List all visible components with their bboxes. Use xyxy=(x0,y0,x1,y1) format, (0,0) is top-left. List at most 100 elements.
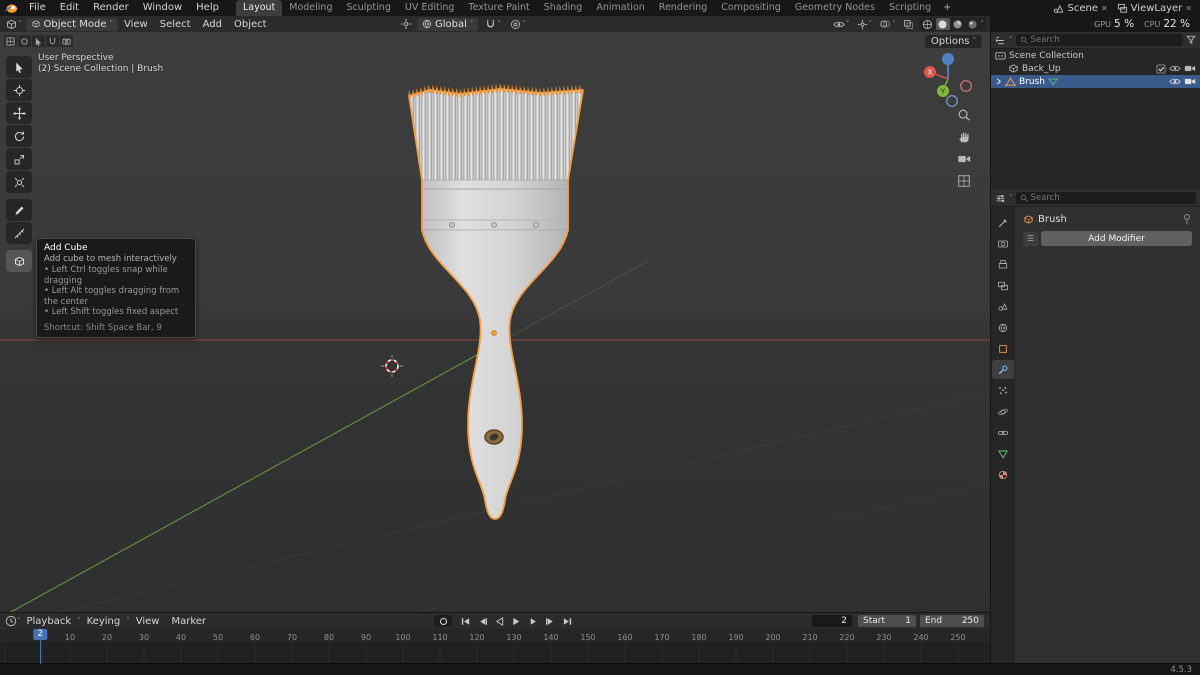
add-workspace-button[interactable]: + xyxy=(938,0,956,16)
mini-grid-toggle-icon[interactable] xyxy=(4,35,17,47)
workspace-tab-geometry-nodes[interactable]: Geometry Nodes xyxy=(788,0,882,16)
gizmos-toggle[interactable]: ˅ xyxy=(855,18,875,31)
workspace-tab-compositing[interactable]: Compositing xyxy=(714,0,788,16)
workspace-tab-modeling[interactable]: Modeling xyxy=(282,0,339,16)
menu-file[interactable]: File xyxy=(22,0,53,16)
orientation-dropdown[interactable]: Global ˅ xyxy=(417,17,479,31)
disable-render-camera-icon[interactable] xyxy=(1184,64,1196,73)
menu-help[interactable]: Help xyxy=(189,0,226,16)
brush-object[interactable] xyxy=(408,83,584,520)
pan-hand-icon[interactable] xyxy=(955,128,973,146)
zoom-icon[interactable] xyxy=(955,106,973,124)
tab-render[interactable] xyxy=(992,234,1014,253)
add-modifier-button[interactable]: Add Modifier xyxy=(1041,231,1192,246)
outliner-editor-icon[interactable] xyxy=(995,35,1006,46)
shading-solid-button[interactable] xyxy=(935,18,950,30)
scale-tool[interactable] xyxy=(6,148,32,170)
tab-material[interactable] xyxy=(992,465,1014,484)
menu-select[interactable]: Select xyxy=(154,19,197,30)
play-reverse-button[interactable] xyxy=(492,615,507,627)
select-box-tool[interactable] xyxy=(6,56,32,78)
camera-view-icon[interactable] xyxy=(955,150,973,168)
timeline-ruler[interactable]: 10 20 30 40 50 60 70 80 90 100 110 120 130 140 150 160 1… xyxy=(0,629,990,644)
3d-viewport[interactable]: Options ˅ User Perspective (2) Scene Col… xyxy=(0,32,990,612)
view-layer-selector[interactable]: ViewLayer ✕ xyxy=(1117,3,1192,14)
auto-keying-button[interactable] xyxy=(434,615,452,627)
timeline-track-area[interactable] xyxy=(0,644,990,664)
move-tool[interactable] xyxy=(6,102,32,124)
editor-type-button[interactable] xyxy=(5,18,18,31)
menu-add[interactable]: Add xyxy=(197,19,228,30)
tab-object-data[interactable] xyxy=(992,444,1014,463)
options-dropdown[interactable]: Options ˅ xyxy=(924,35,982,48)
tab-object[interactable] xyxy=(992,339,1014,358)
overlays-toggle[interactable]: ˅ xyxy=(877,18,898,30)
menu-view-timeline[interactable]: View xyxy=(130,616,166,627)
frame-start-field[interactable]: Start 1 xyxy=(858,615,916,627)
measure-tool[interactable] xyxy=(6,222,32,244)
outliner-search-input[interactable] xyxy=(1030,35,1179,45)
workspace-tab-animation[interactable]: Animation xyxy=(589,0,651,16)
tab-output[interactable] xyxy=(992,255,1014,274)
properties-editor-icon[interactable] xyxy=(995,193,1006,204)
menu-object[interactable]: Object xyxy=(228,19,273,30)
menu-edit[interactable]: Edit xyxy=(53,0,86,16)
workspace-tab-texture-paint[interactable]: Texture Paint xyxy=(461,0,536,16)
hide-viewport-eye-icon[interactable] xyxy=(1169,77,1181,86)
timeline-editor-icon[interactable] xyxy=(5,615,17,627)
expand-chevron-icon[interactable] xyxy=(995,78,1002,85)
hide-viewport-eye-icon[interactable] xyxy=(1169,64,1181,73)
disable-render-camera-icon[interactable] xyxy=(1184,77,1196,86)
mini-render-toggle-icon[interactable] xyxy=(60,35,73,47)
annotate-tool[interactable] xyxy=(6,199,32,221)
add-cube-tool[interactable] xyxy=(6,250,32,272)
tab-constraints[interactable] xyxy=(992,423,1014,442)
mini-snap-toggle-icon[interactable] xyxy=(46,35,59,47)
transform-pivot-icon[interactable] xyxy=(400,18,412,30)
menu-keying[interactable]: Keying xyxy=(81,616,127,627)
proportional-editing-toggle[interactable]: ˅ xyxy=(508,18,528,31)
prev-keyframe-button[interactable] xyxy=(475,615,490,627)
workspace-tab-rendering[interactable]: Rendering xyxy=(652,0,715,16)
workspace-tab-shading[interactable]: Shading xyxy=(537,0,590,16)
workspace-tab-sculpting[interactable]: Sculpting xyxy=(339,0,397,16)
jump-to-end-button[interactable] xyxy=(560,615,575,627)
mode-dropdown[interactable]: Object Mode ˅ xyxy=(25,17,118,31)
tab-scene[interactable] xyxy=(992,297,1014,316)
navigation-gizmo[interactable]: X Y xyxy=(918,48,978,108)
checkbox-icon[interactable] xyxy=(1156,63,1166,74)
properties-search-input[interactable] xyxy=(1030,193,1192,203)
menu-render[interactable]: Render xyxy=(86,0,136,16)
tab-world[interactable] xyxy=(992,318,1014,337)
pin-icon[interactable] xyxy=(1182,213,1192,225)
mini-cursor-toggle-icon[interactable] xyxy=(18,35,31,47)
tab-modifiers[interactable] xyxy=(992,360,1014,379)
menu-view[interactable]: View xyxy=(118,19,154,30)
next-keyframe-button[interactable] xyxy=(543,615,558,627)
menu-window[interactable]: Window xyxy=(136,0,189,16)
shading-rendered-button[interactable] xyxy=(966,18,980,30)
menu-marker[interactable]: Marker xyxy=(165,616,212,627)
shading-material-button[interactable] xyxy=(951,18,965,30)
tab-view-layer[interactable] xyxy=(992,276,1014,295)
tab-tool[interactable] xyxy=(992,213,1014,232)
filter-icon[interactable] xyxy=(1186,35,1196,45)
tab-physics[interactable] xyxy=(992,402,1014,421)
view-layer-unlink-icon[interactable]: ✕ xyxy=(1185,4,1192,13)
current-frame-field[interactable]: 2 xyxy=(812,615,852,627)
rotate-tool[interactable] xyxy=(6,125,32,147)
modifier-menu-button[interactable]: ☰ xyxy=(1023,231,1038,246)
scene-selector[interactable]: Scene ✕ xyxy=(1053,3,1108,14)
play-button[interactable] xyxy=(509,615,524,627)
object-visibility-dropdown[interactable]: ˅ xyxy=(831,19,852,30)
cursor-tool[interactable] xyxy=(6,79,32,101)
workspace-tab-scripting[interactable]: Scripting xyxy=(882,0,938,16)
frame-end-field[interactable]: End 250 xyxy=(920,615,984,627)
properties-search[interactable] xyxy=(1015,192,1196,204)
tab-particles[interactable] xyxy=(992,381,1014,400)
transform-tool[interactable] xyxy=(6,171,32,193)
jump-to-start-button[interactable] xyxy=(458,615,473,627)
outliner-row-scene-collection[interactable]: Scene Collection xyxy=(991,49,1200,62)
next-frame-button[interactable] xyxy=(526,615,541,627)
shading-wireframe-button[interactable] xyxy=(921,18,935,30)
